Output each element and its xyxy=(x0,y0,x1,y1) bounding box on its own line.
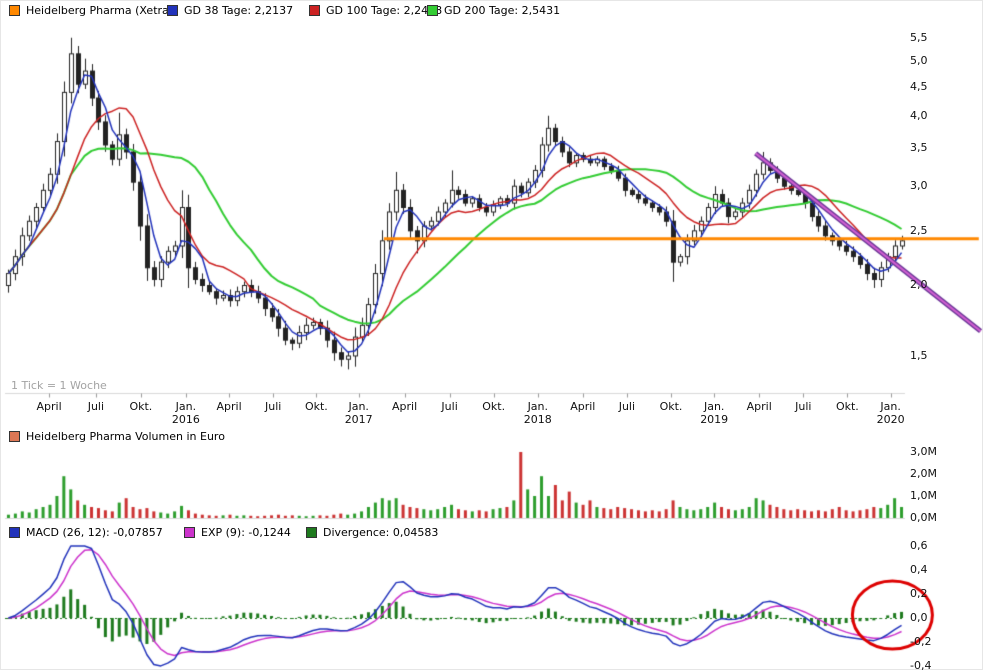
month-axis-tick: Juli xyxy=(603,400,651,413)
instrument-title: Heidelberg Pharma (Xetra) xyxy=(26,4,173,17)
legend-item-macd: MACD (26, 12): -0,07857 xyxy=(9,526,163,539)
legend-item-instrument: Heidelberg Pharma (Xetra) xyxy=(9,4,173,17)
divergence-swatch-icon xyxy=(306,527,317,538)
macd-axis-tick: 0,6 xyxy=(910,539,928,552)
price-axis-tick: 5,0 xyxy=(910,54,928,67)
legend-item-exp: EXP (9): -0,1244 xyxy=(184,526,291,539)
price-axis-tick: 1,5 xyxy=(910,349,928,362)
month-axis-tick: Jan. xyxy=(514,400,562,413)
legend-item-gd200: GD 200 Tage: 2,5431 xyxy=(427,4,560,17)
gd100-swatch-icon xyxy=(309,5,320,16)
legend-item-divergence: Divergence: 0,04583 xyxy=(306,526,438,539)
month-axis-tick: Okt. xyxy=(470,400,518,413)
month-axis-tick: Okt. xyxy=(117,400,165,413)
legend-item-volume: Heidelberg Pharma Volumen in Euro xyxy=(9,430,225,443)
month-axis-tick: Jan. xyxy=(690,400,738,413)
month-axis-tick: April xyxy=(205,400,253,413)
macd-axis-tick: -0,2 xyxy=(910,635,931,648)
month-axis-tick: Jan. xyxy=(867,400,915,413)
macd-axis-tick: 0,4 xyxy=(910,563,928,576)
stock-chart-heidelberg-pharma: Heidelberg Pharma (Xetra) GD 38 Tage: 2,… xyxy=(0,0,983,670)
volume-axis-tick: 2,0M xyxy=(910,467,937,480)
exp-swatch-icon xyxy=(184,527,195,538)
price-axis-tick: 2,0 xyxy=(910,278,928,291)
macd-axis-tick: 0,2 xyxy=(910,587,928,600)
year-axis-tick: 2018 xyxy=(514,413,562,426)
month-axis-tick: Juli xyxy=(779,400,827,413)
gd100-label: GD 100 Tage: 2,2418 xyxy=(326,4,442,17)
year-axis-tick: 2016 xyxy=(162,413,210,426)
gd200-label: GD 200 Tage: 2,5431 xyxy=(444,4,560,17)
gd38-label: GD 38 Tage: 2,2137 xyxy=(184,4,293,17)
year-axis-tick: 2019 xyxy=(690,413,738,426)
price-axis-tick: 2,5 xyxy=(910,224,928,237)
price-axis-tick: 4,5 xyxy=(910,80,928,93)
price-axis-tick: 4,0 xyxy=(910,109,928,122)
price-axis-tick: 5,5 xyxy=(910,31,928,44)
macd-axis-tick: 0,0 xyxy=(910,611,928,624)
volume-axis-tick: 1,0M xyxy=(910,489,937,502)
divergence-label: Divergence: 0,04583 xyxy=(323,526,438,539)
month-axis-tick: April xyxy=(735,400,783,413)
year-axis-tick: 2020 xyxy=(867,413,915,426)
gd38-swatch-icon xyxy=(167,5,178,16)
month-axis-tick: April xyxy=(25,400,73,413)
month-axis-tick: April xyxy=(381,400,429,413)
macd-axis-tick: -0,4 xyxy=(910,659,931,672)
month-axis-tick: Okt. xyxy=(647,400,695,413)
chart-canvas xyxy=(1,1,983,671)
volume-axis-tick: 3,0M xyxy=(910,445,937,458)
price-axis-tick: 3,5 xyxy=(910,141,928,154)
month-axis-tick: Okt. xyxy=(823,400,871,413)
month-axis-tick: Juli xyxy=(426,400,474,413)
month-axis-tick: April xyxy=(559,400,607,413)
gd200-swatch-icon xyxy=(427,5,438,16)
macd-swatch-icon xyxy=(9,527,20,538)
volume-swatch-icon xyxy=(9,431,20,442)
exp-label: EXP (9): -0,1244 xyxy=(201,526,291,539)
month-axis-tick: Juli xyxy=(72,400,120,413)
tick-note: 1 Tick = 1 Woche xyxy=(11,379,107,392)
price-axis-tick: 3,0 xyxy=(910,179,928,192)
macd-label: MACD (26, 12): -0,07857 xyxy=(26,526,163,539)
volume-title: Heidelberg Pharma Volumen in Euro xyxy=(26,430,225,443)
legend-item-gd100: GD 100 Tage: 2,2418 xyxy=(309,4,442,17)
month-axis-tick: Juli xyxy=(249,400,297,413)
volume-axis-tick: 0,0M xyxy=(910,511,937,524)
month-axis-tick: Jan. xyxy=(162,400,210,413)
month-axis-tick: Okt. xyxy=(292,400,340,413)
year-axis-tick: 2017 xyxy=(335,413,383,426)
month-axis-tick: Jan. xyxy=(335,400,383,413)
instrument-swatch-icon xyxy=(9,5,20,16)
legend-item-gd38: GD 38 Tage: 2,2137 xyxy=(167,4,293,17)
